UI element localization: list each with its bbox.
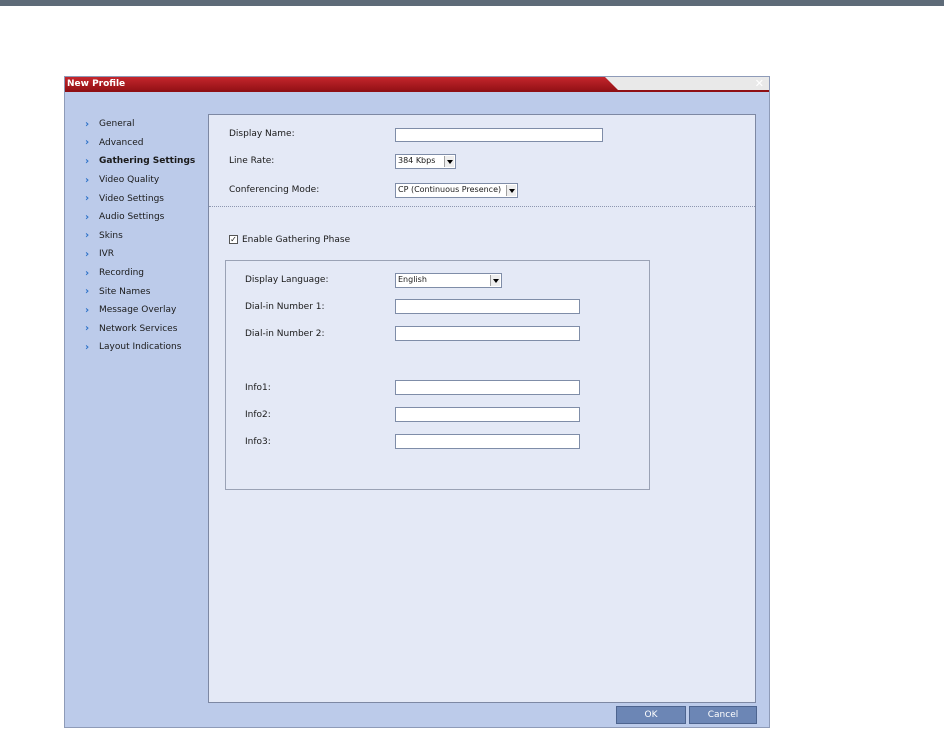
sidebar-nav: › General › Advanced › Gathering Setting…	[65, 115, 205, 357]
nav-item-label: Video Settings	[99, 193, 164, 204]
nav-item-label: IVR	[99, 249, 115, 260]
display-language-label: Display Language:	[245, 275, 329, 285]
chevron-right-icon: ›	[85, 193, 90, 205]
nav-item-layout-indications[interactable]: › Layout Indications	[65, 338, 205, 357]
close-icon[interactable]: ✕	[755, 78, 764, 90]
nav-item-label: Message Overlay	[99, 305, 177, 316]
nav-item-video-settings[interactable]: › Video Settings	[65, 189, 205, 208]
dialin-number-2-input[interactable]	[395, 326, 580, 341]
info3-input[interactable]	[395, 434, 580, 449]
chevron-right-icon: ›	[85, 341, 90, 353]
nav-item-label: Site Names	[99, 286, 151, 297]
dialin-number-1-label: Dial-in Number 1:	[245, 302, 325, 312]
chevron-right-icon: ›	[85, 137, 90, 149]
info2-input[interactable]	[395, 407, 580, 422]
chevron-right-icon: ›	[85, 267, 90, 279]
chevron-down-icon	[506, 185, 516, 196]
nav-item-label: Skins	[99, 230, 123, 241]
nav-item-label: General	[99, 119, 135, 130]
ok-button[interactable]: OK	[616, 706, 686, 724]
conferencing-mode-select[interactable]: CP (Continuous Presence)	[395, 183, 518, 198]
chevron-right-icon: ›	[85, 155, 90, 167]
dialog-title: New Profile	[67, 79, 126, 89]
new-profile-dialog: New Profile ✕ › General › Advanced › Gat…	[64, 76, 770, 728]
info1-input[interactable]	[395, 380, 580, 395]
nav-item-ivr[interactable]: › IVR	[65, 245, 205, 264]
settings-panel: Display Name: Line Rate: 384 Kbps Confer…	[208, 114, 756, 703]
checkmark-icon: ✓	[230, 235, 237, 244]
section-divider	[209, 206, 755, 207]
nav-item-site-names[interactable]: › Site Names	[65, 282, 205, 301]
line-rate-select[interactable]: 384 Kbps	[395, 154, 456, 169]
chevron-right-icon: ›	[85, 118, 90, 130]
nav-item-gathering-settings[interactable]: › Gathering Settings	[65, 152, 205, 171]
nav-item-label: Layout Indications	[99, 342, 182, 353]
conferencing-mode-value: CP (Continuous Presence)	[398, 185, 502, 194]
gathering-groupbox: Display Language: English Dial-in Number…	[225, 260, 650, 490]
chevron-right-icon: ›	[85, 174, 90, 186]
nav-item-video-quality[interactable]: › Video Quality	[65, 171, 205, 190]
chevron-right-icon: ›	[85, 248, 90, 260]
title-bar: New Profile ✕	[65, 77, 769, 92]
nav-item-message-overlay[interactable]: › Message Overlay	[65, 301, 205, 320]
enable-gathering-label: Enable Gathering Phase	[242, 235, 351, 245]
nav-item-recording[interactable]: › Recording	[65, 264, 205, 283]
line-rate-value: 384 Kbps	[398, 156, 436, 165]
nav-item-label: Recording	[99, 268, 145, 279]
dialin-number-2-label: Dial-in Number 2:	[245, 329, 325, 339]
nav-item-general[interactable]: › General	[65, 115, 205, 134]
chevron-right-icon: ›	[85, 230, 90, 242]
nav-item-advanced[interactable]: › Advanced	[65, 134, 205, 153]
nav-item-audio-settings[interactable]: › Audio Settings	[65, 208, 205, 227]
nav-item-label: Audio Settings	[99, 212, 165, 223]
chevron-down-icon	[444, 156, 454, 167]
dialin-number-1-input[interactable]	[395, 299, 580, 314]
info2-label: Info2:	[245, 410, 271, 420]
chevron-right-icon: ›	[85, 286, 90, 298]
info1-label: Info1:	[245, 383, 271, 393]
chevron-right-icon: ›	[85, 304, 90, 316]
conferencing-mode-label: Conferencing Mode:	[229, 185, 320, 195]
chevron-down-icon	[490, 275, 500, 286]
top-border	[0, 0, 944, 6]
nav-item-label: Gathering Settings	[99, 156, 196, 167]
display-name-label: Display Name:	[229, 129, 295, 139]
cancel-button[interactable]: Cancel	[689, 706, 757, 724]
nav-item-label: Network Services	[99, 323, 178, 334]
chevron-right-icon: ›	[85, 211, 90, 223]
enable-gathering-checkbox[interactable]: ✓	[229, 235, 238, 244]
display-language-select[interactable]: English	[395, 273, 502, 288]
nav-item-label: Advanced	[99, 137, 144, 148]
nav-item-label: Video Quality	[99, 175, 160, 186]
line-rate-label: Line Rate:	[229, 156, 275, 166]
nav-item-skins[interactable]: › Skins	[65, 227, 205, 246]
display-name-input[interactable]	[395, 128, 603, 142]
display-language-value: English	[398, 275, 427, 284]
chevron-right-icon: ›	[85, 323, 90, 335]
info3-label: Info3:	[245, 437, 271, 447]
nav-item-network-services[interactable]: › Network Services	[65, 320, 205, 339]
